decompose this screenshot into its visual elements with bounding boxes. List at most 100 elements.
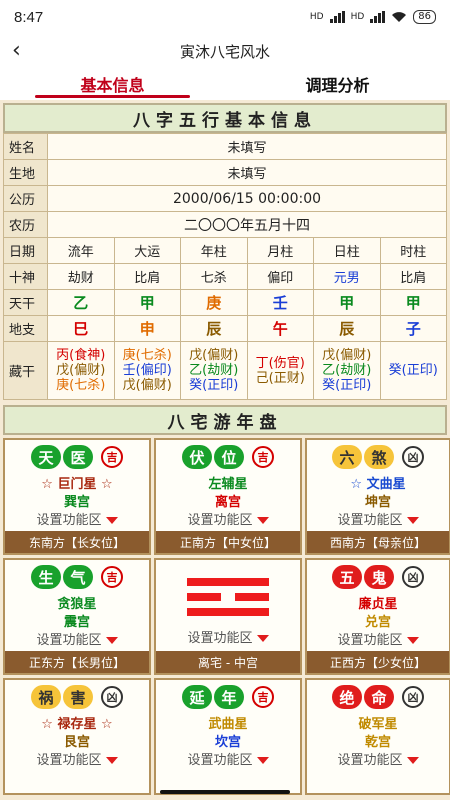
unlucky-seal-icon: 凶 — [402, 686, 424, 708]
house-cell-jueming[interactable]: 绝 命 凶 破军星 乾宫 设置功能区 — [305, 678, 450, 795]
house-palace: 离宫 — [214, 495, 241, 510]
canggan-cell: 癸(正印) — [379, 341, 447, 400]
canggan-item: 戊(偏财) — [122, 378, 172, 393]
house-cell-yannian[interactable]: 延 年 吉 武曲星 坎宫 设置功能区 — [154, 678, 302, 795]
house-badge: 命 — [364, 685, 394, 709]
set-function-label: 设置功能区 — [187, 513, 253, 528]
chevron-left-icon[interactable]: ‹ — [12, 38, 21, 63]
house-cell-huohai[interactable]: 祸 害 凶 ☆ 禄存星 ☆ 艮宫 设置功能区 — [3, 678, 151, 795]
house-cell-wugui[interactable]: 五 鬼 凶 廉贞星 兑宫 设置功能区 正西方【少女位】 — [305, 558, 450, 675]
set-function-label: 设置功能区 — [36, 633, 102, 648]
set-function-button[interactable]: 设置功能区 — [307, 629, 449, 648]
canggan-item: 癸(正印) — [322, 378, 372, 393]
canggan-item: 庚(七杀) — [122, 348, 172, 363]
dizhi-label: 地支 — [3, 315, 48, 342]
tab-analysis[interactable]: 调理分析 — [225, 68, 450, 100]
set-function-label: 设置功能区 — [36, 513, 102, 528]
shishen-cell: 元男 — [313, 263, 381, 290]
tiangan-cell: 甲 — [313, 289, 381, 316]
house-badge: 五 — [332, 565, 362, 589]
shishen-cell: 劫财 — [47, 263, 115, 290]
caret-down-icon — [256, 517, 269, 524]
set-function-label: 设置功能区 — [187, 753, 253, 768]
tiangan-cell: 庚 — [180, 289, 248, 316]
table-row: 十神 劫财 比肩 七杀 偏印 元男 比肩 — [3, 263, 447, 290]
star-mark-icon: ☆ — [41, 717, 53, 732]
tab-basic-info[interactable]: 基本信息 — [0, 68, 225, 100]
set-function-button[interactable]: 设置功能区 — [307, 749, 449, 768]
caret-down-icon — [406, 517, 419, 524]
house-cell-tianyi[interactable]: 天 医 吉 ☆ 巨门星 ☆ 巽宫 设置功能区 东南方【长女位】 — [3, 438, 151, 555]
wifi-icon — [392, 12, 407, 22]
caret-down-icon — [256, 635, 269, 642]
lucky-seal-icon: 吉 — [252, 446, 274, 468]
star-name: 巨门星 — [57, 477, 97, 492]
birthplace-value: 未填写 — [47, 159, 447, 186]
set-function-button[interactable]: 设置功能区 — [307, 509, 449, 528]
name-label: 姓名 — [3, 133, 48, 160]
house-cell-fuwei[interactable]: 伏 位 吉 左辅星 离宫 设置功能区 正南方【中女位】 — [154, 438, 302, 555]
house-direction: 正东方【长男位】 — [5, 651, 149, 673]
house-badge: 医 — [63, 445, 93, 469]
trigram-li-icon — [156, 578, 300, 616]
table-row: 藏干 丙(食神) 戊(偏财) 庚(七杀) 庚(七杀) 壬(偏印) 戊(偏财) 戊… — [3, 341, 447, 400]
star-name: 禄存星 — [57, 717, 97, 732]
dizhi-cell: 午 — [246, 315, 314, 342]
lucky-seal-icon: 吉 — [101, 566, 123, 588]
house-direction: 西南方【母亲位】 — [307, 531, 449, 553]
house-direction: 正南方【中女位】 — [156, 531, 300, 553]
star-name: 文曲星 — [366, 477, 406, 492]
dizhi-cell: 巳 — [47, 315, 115, 342]
col-header: 流年 — [47, 237, 115, 264]
house-direction: 正西方【少女位】 — [307, 651, 449, 673]
house-cell-liusha[interactable]: 六 煞 凶 ☆ 文曲星 坤宫 设置功能区 西南方【母亲位】 — [305, 438, 450, 555]
table-row: 公历 2000/06/15 00:00:00 — [3, 185, 447, 212]
canggan-item: 戊(偏财) — [189, 348, 239, 363]
caret-down-icon — [406, 637, 419, 644]
set-function-button[interactable]: 设置功能区 — [5, 509, 149, 528]
house-palace: 震宫 — [63, 615, 90, 630]
star-mark-icon: ☆ — [101, 717, 113, 732]
house-palace: 坎宫 — [214, 735, 241, 750]
lucky-seal-icon: 吉 — [101, 446, 123, 468]
set-function-button[interactable]: 设置功能区 — [156, 749, 300, 768]
house-cell-shengqi[interactable]: 生 气 吉 贪狼星 震宫 设置功能区 正东方【长男位】 — [3, 558, 151, 675]
canggan-item: 癸(正印) — [388, 363, 438, 378]
tab-bar: 基本信息 调理分析 — [0, 68, 450, 100]
battery-icon: 86 — [413, 10, 436, 24]
house-star: 贪狼星 — [57, 597, 97, 612]
house-badge: 位 — [214, 445, 244, 469]
set-function-label: 设置功能区 — [187, 631, 253, 646]
canggan-cell: 庚(七杀) 壬(偏印) 戊(偏财) — [113, 341, 181, 400]
house-badges: 六 煞 凶 — [307, 444, 449, 470]
solar-value: 2000/06/15 00:00:00 — [47, 185, 447, 212]
home-indicator[interactable] — [160, 790, 290, 794]
set-function-button[interactable]: 设置功能区 — [5, 629, 149, 648]
trigram-line-broken — [187, 593, 269, 601]
house-badge: 煞 — [364, 445, 394, 469]
table-row: 地支 巳 申 辰 午 辰 子 — [3, 315, 447, 342]
status-time: 8:47 — [14, 8, 44, 26]
set-function-button[interactable]: 设置功能区 — [5, 749, 149, 768]
canggan-item: 乙(劫财) — [189, 363, 239, 378]
solar-label: 公历 — [3, 185, 48, 212]
signal-label-2: HD — [350, 12, 365, 22]
unlucky-seal-icon: 凶 — [402, 446, 424, 468]
name-value: 未填写 — [47, 133, 447, 160]
table-row: 姓名 未填写 — [3, 133, 447, 160]
signal-icon — [329, 11, 345, 23]
lucky-seal-icon: 吉 — [252, 686, 274, 708]
house-direction: 离宅 - 中宫 — [156, 651, 300, 673]
canggan-item: 壬(偏印) — [122, 363, 172, 378]
set-function-button[interactable]: 设置功能区 — [156, 509, 300, 528]
set-function-button[interactable]: 设置功能区 — [156, 627, 300, 646]
table-row: 天干 乙 甲 庚 壬 甲 甲 — [3, 289, 447, 316]
canggan-label: 藏干 — [3, 341, 48, 400]
canggan-item: 戊(偏财) — [56, 363, 106, 378]
set-function-label: 设置功能区 — [337, 513, 403, 528]
caret-down-icon — [105, 637, 118, 644]
canggan-cell: 丙(食神) 戊(偏财) 庚(七杀) — [47, 341, 115, 400]
house-badges: 生 气 吉 — [5, 564, 149, 590]
canggan-cell: 戊(偏财) 乙(劫财) 癸(正印) — [313, 341, 381, 400]
house-badge: 祸 — [31, 685, 61, 709]
